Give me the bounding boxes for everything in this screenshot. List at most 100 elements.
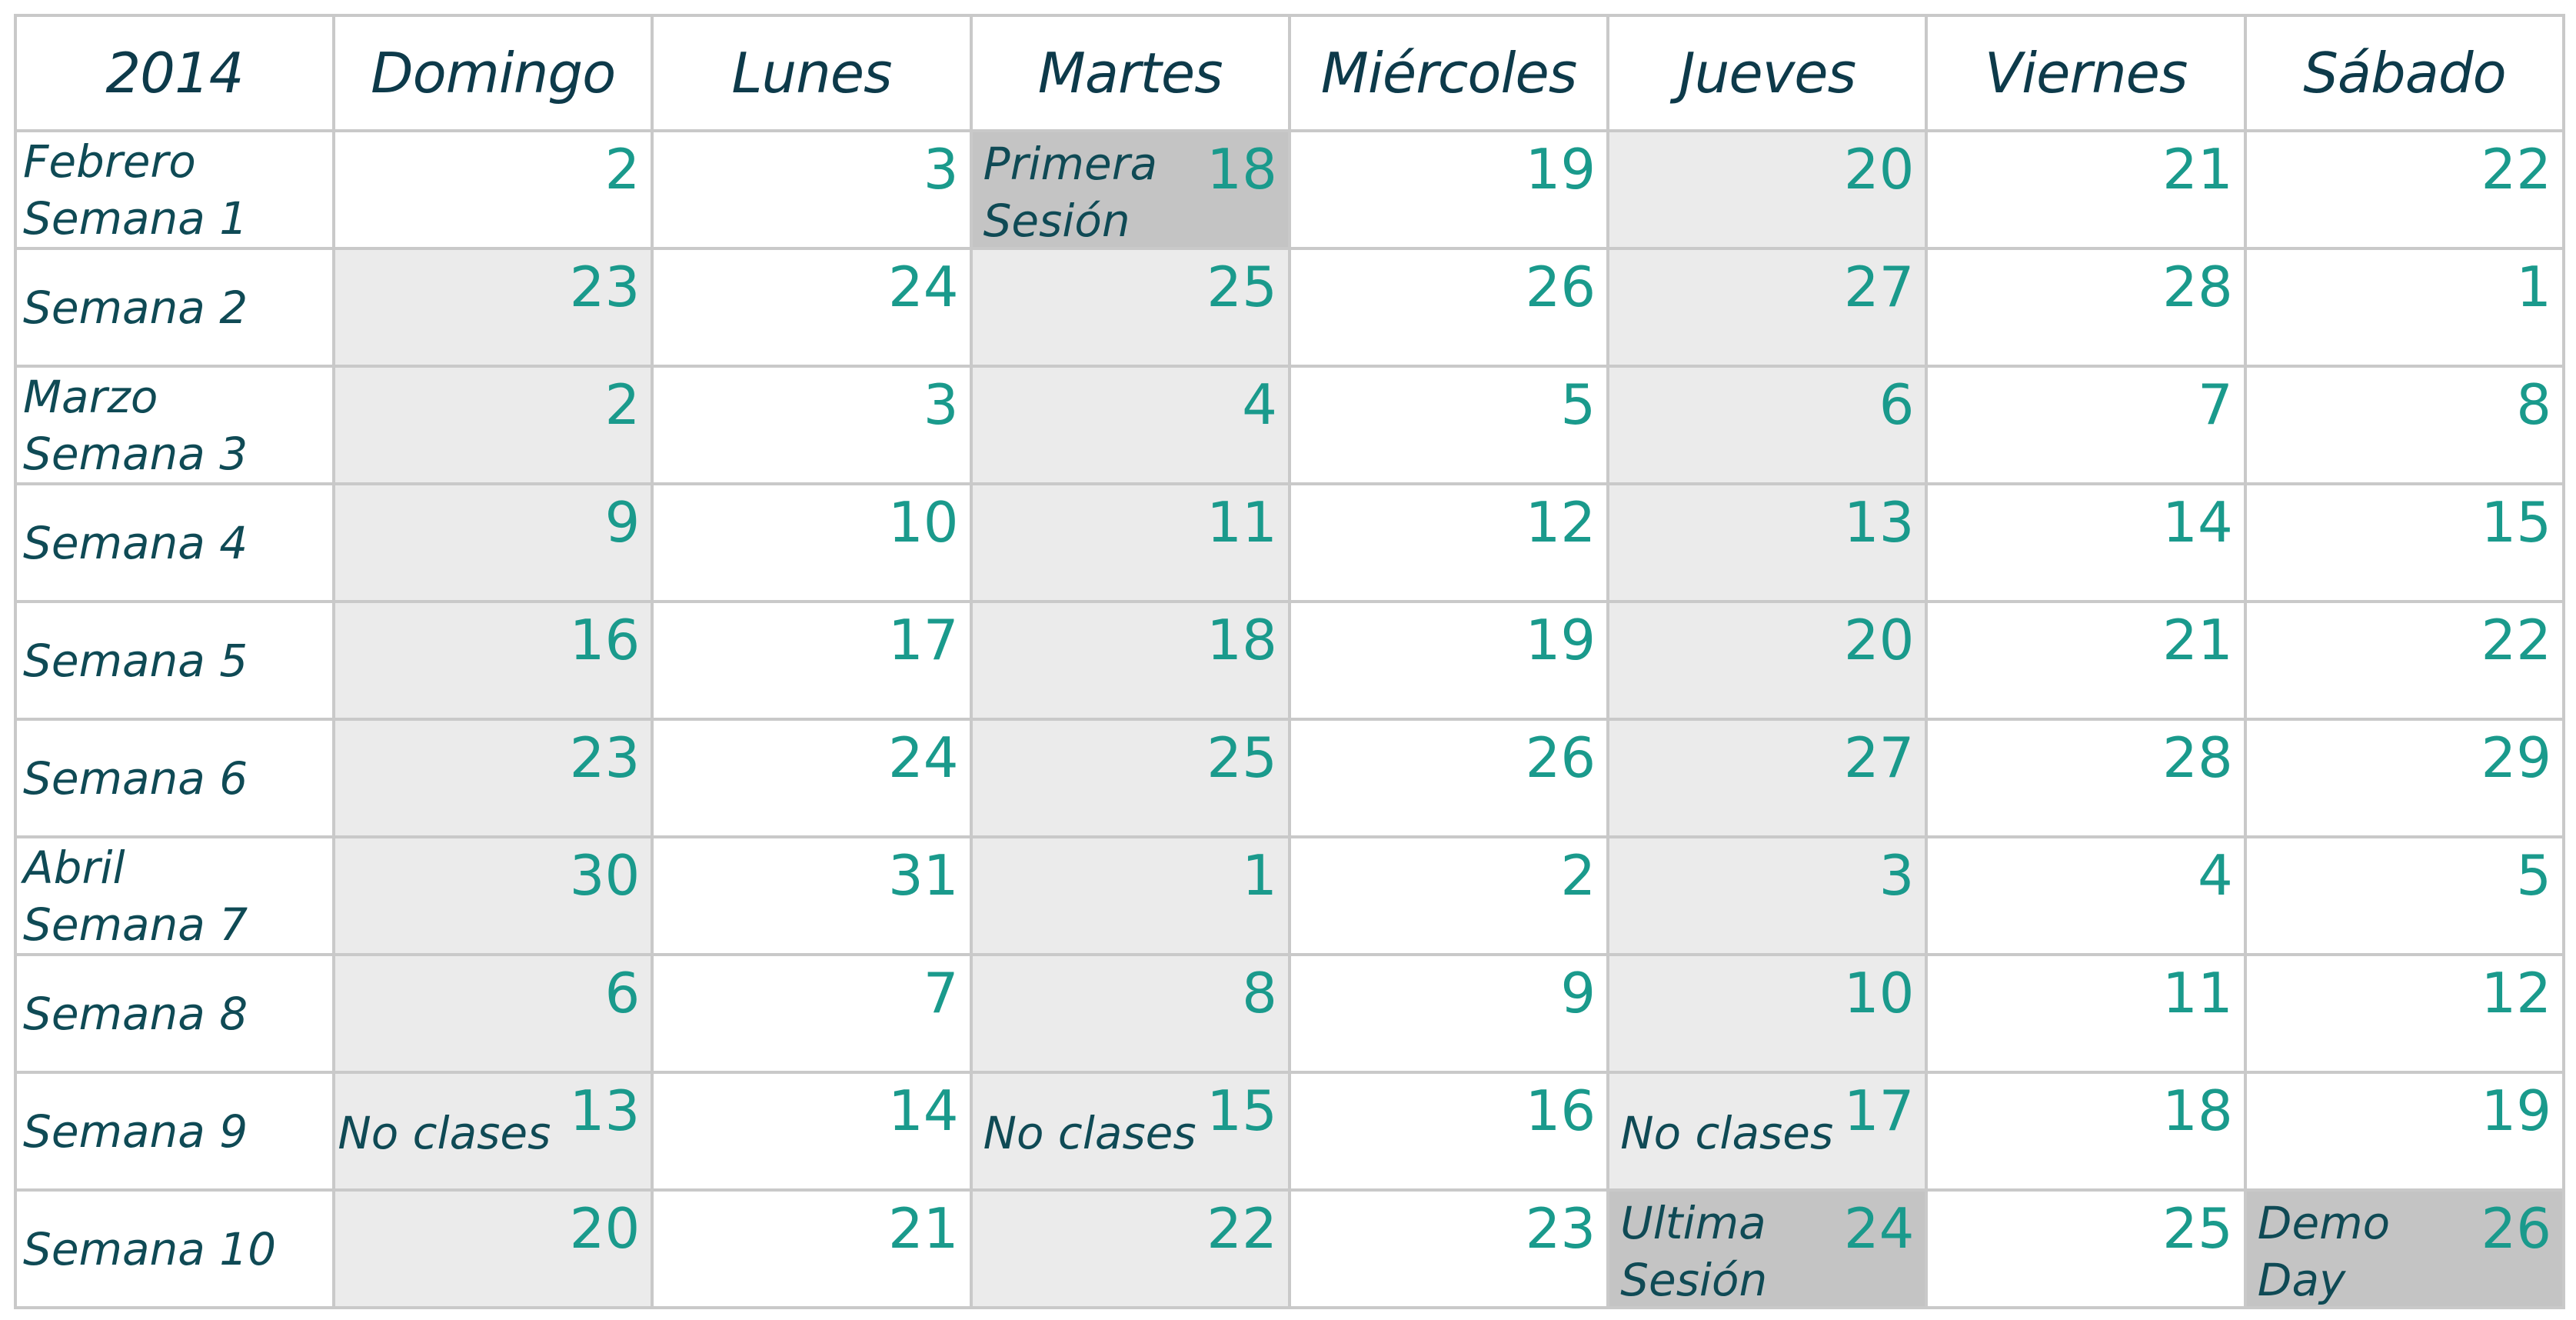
day-cell[interactable]: 4 [969,365,1291,485]
day-number: 23 [569,255,641,319]
day-cell[interactable]: 11 [1925,953,2247,1074]
day-cell[interactable]: 6 [1606,365,1929,485]
header-row: 2014 Domingo Lunes Martes Miércoles Juev… [14,14,2566,132]
day-cell[interactable]: No clases 17 [1606,1071,1929,1192]
day-cell[interactable]: 13 [1606,482,1929,603]
day-note: Primera Sesión [983,138,1158,247]
day-cell[interactable]: 31 [651,835,973,956]
week-label-cell: Semana 6 [14,718,335,838]
day-cell[interactable]: 21 [1925,600,2247,721]
day-cell[interactable]: 20 [331,1188,654,1309]
day-cell[interactable]: 3 [651,129,973,250]
day-cell[interactable]: 27 [1606,247,1929,368]
day-cell[interactable]: 20 [1606,129,1929,250]
day-cell[interactable]: 27 [1606,718,1929,838]
day-cell[interactable]: 10 [1606,953,1929,1074]
day-cell[interactable]: 22 [969,1188,1291,1309]
day-cell[interactable]: 6 [331,953,654,1074]
day-cell[interactable]: 24 [651,718,973,838]
day-cell[interactable]: 10 [651,482,973,603]
day-number: 2 [1560,843,1596,908]
day-cell[interactable]: 1 [2243,247,2566,368]
day-cell[interactable]: 26 [1287,718,1610,838]
day-cell[interactable]: No clases 15 [969,1071,1291,1192]
day-cell[interactable]: 3 [1606,835,1929,956]
day-cell[interactable]: 5 [2243,835,2566,956]
day-number: 19 [1525,137,1596,202]
day-cell[interactable]: 22 [2243,600,2566,721]
day-cell[interactable]: 20 [1606,600,1929,721]
day-cell[interactable]: 14 [1925,482,2247,603]
day-cell[interactable]: 9 [1287,953,1610,1074]
week-label-cell: Marzo Semana 3 [14,365,335,485]
year-header: 2014 [14,14,335,132]
day-cell[interactable]: 8 [969,953,1291,1074]
week-label-cell: Semana 2 [14,247,335,368]
day-cell[interactable]: 18 [969,600,1291,721]
day-cell[interactable]: 23 [331,718,654,838]
day-cell[interactable]: 4 [1925,835,2247,956]
day-number: 1 [2516,255,2552,319]
day-cell[interactable]: Primera Sesión 18 [969,129,1291,250]
day-cell[interactable]: 2 [331,365,654,485]
day-cell[interactable]: 7 [651,953,973,1074]
day-cell[interactable]: 17 [651,600,973,721]
week-label-cell: Abril Semana 7 [14,835,335,956]
day-cell[interactable]: 25 [1925,1188,2247,1309]
day-cell[interactable]: Demo Day 26 [2243,1188,2566,1309]
day-cell[interactable]: 28 [1925,718,2247,838]
day-cell[interactable]: 25 [969,247,1291,368]
day-cell[interactable]: 15 [2243,482,2566,603]
day-cell[interactable]: 8 [2243,365,2566,485]
week-label: Semana 8 [23,987,248,1040]
day-header-martes: Martes [969,14,1291,132]
day-number: 17 [1843,1078,1915,1143]
day-number: 5 [1560,372,1596,437]
day-cell[interactable]: 24 [651,247,973,368]
day-cell[interactable]: 12 [2243,953,2566,1074]
day-cell[interactable]: No clases 13 [331,1071,654,1192]
day-cell[interactable]: 21 [651,1188,973,1309]
day-cell[interactable]: 2 [1287,835,1610,956]
day-cell[interactable]: 22 [2243,129,2566,250]
day-number: 22 [2481,137,2552,202]
day-cell[interactable]: 19 [1287,129,1610,250]
day-cell[interactable]: 25 [969,718,1291,838]
day-cell[interactable]: 18 [1925,1071,2247,1192]
week-row: Semana 9 No clases 13 14 No clases 15 16 No cla… [14,1071,2566,1192]
day-cell[interactable]: 16 [331,600,654,721]
day-cell[interactable]: 21 [1925,129,2247,250]
day-cell[interactable]: 1 [969,835,1291,956]
day-cell[interactable]: 19 [2243,1071,2566,1192]
day-number: 2 [604,372,641,437]
day-cell[interactable]: 28 [1925,247,2247,368]
day-cell[interactable]: 16 [1287,1071,1610,1192]
day-note: Ultima Sesión [1620,1197,1768,1306]
day-cell[interactable]: 26 [1287,247,1610,368]
day-cell[interactable]: 11 [969,482,1291,603]
day-cell[interactable]: 30 [331,835,654,956]
day-cell[interactable]: 29 [2243,718,2566,838]
day-cell[interactable]: 23 [1287,1188,1610,1309]
week-label-cell: Semana 9 [14,1071,335,1192]
day-cell[interactable]: 9 [331,482,654,603]
day-number: 19 [2481,1078,2552,1143]
day-cell[interactable]: Ultima Sesión 24 [1606,1188,1929,1309]
day-number: 20 [1843,137,1915,202]
month-label: Abril [23,841,125,894]
day-number: 3 [1879,843,1915,908]
day-cell[interactable]: 23 [331,247,654,368]
day-cell[interactable]: 12 [1287,482,1610,603]
day-number: 17 [887,608,959,672]
day-cell[interactable]: 14 [651,1071,973,1192]
day-cell[interactable]: 5 [1287,365,1610,485]
day-header-domingo: Domingo [331,14,654,132]
month-label: Marzo [23,370,158,423]
day-cell[interactable]: 19 [1287,600,1610,721]
day-cell[interactable]: 2 [331,129,654,250]
day-cell[interactable]: 3 [651,365,973,485]
day-cell[interactable]: 7 [1925,365,2247,485]
day-note: No clases [1620,1107,1834,1159]
day-number: 10 [1843,961,1915,1025]
week-label: Semana 1 [23,192,248,245]
